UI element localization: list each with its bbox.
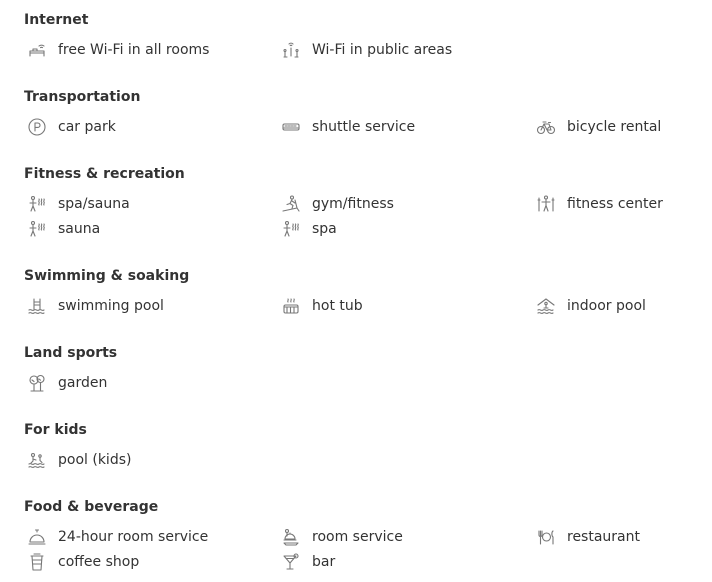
room-service-icon: [280, 526, 302, 548]
indoor-pool-icon: [535, 295, 557, 317]
amenity-pool-kids: pool (kids): [26, 449, 131, 471]
bicycle-icon: [535, 116, 557, 138]
amenity-gym-fitness: gym/fitness: [280, 193, 394, 215]
amenity-indoor-pool: indoor pool: [535, 295, 646, 317]
amenity-label: 24-hour room service: [58, 529, 209, 545]
amenity-label: spa: [312, 221, 337, 237]
section-title: Internet: [24, 12, 89, 28]
section-title: Transportation: [24, 89, 141, 105]
amenity-label: swimming pool: [58, 298, 164, 314]
restaurant-icon: [535, 526, 557, 548]
amenity-sauna: sauna: [26, 218, 100, 240]
cloche-icon: [26, 526, 48, 548]
shuttle-icon: [280, 116, 302, 138]
treadmill-icon: [280, 193, 302, 215]
amenity-label: bicycle rental: [567, 119, 662, 135]
amenity-label: fitness center: [567, 196, 663, 212]
amenity-label: restaurant: [567, 529, 640, 545]
garden-icon: [26, 372, 48, 394]
amenity-label: indoor pool: [567, 298, 646, 314]
amenity-spa: spa: [280, 218, 337, 240]
amenity-room-service: room service: [280, 526, 403, 548]
amenity-label: Wi-Fi in public areas: [312, 42, 453, 58]
amenity-swimming-pool: swimming pool: [26, 295, 164, 317]
fitness-center-icon: [535, 193, 557, 215]
sauna-icon: [26, 193, 48, 215]
section-title: For kids: [24, 422, 87, 438]
section-title: Fitness & recreation: [24, 166, 185, 182]
amenity-label: room service: [312, 529, 403, 545]
pool-icon: [26, 295, 48, 317]
amenity-label: sauna: [58, 221, 101, 237]
wifi-people-icon: [280, 39, 302, 61]
amenity-label: spa/sauna: [58, 196, 130, 212]
parking-icon: [26, 116, 48, 138]
amenity-bar: bar: [280, 551, 335, 573]
amenity-label: shuttle service: [312, 119, 416, 135]
amenity-hot-tub: hot tub: [280, 295, 363, 317]
amenity-label: coffee shop: [58, 554, 140, 570]
amenity-wifi-public-areas: Wi-Fi in public areas: [280, 39, 452, 61]
section-title: Swimming & soaking: [24, 268, 190, 284]
amenity-label: garden: [58, 375, 108, 391]
amenity-free-wifi-all-rooms: free Wi-Fi in all rooms: [26, 39, 209, 61]
coffee-icon: [26, 551, 48, 573]
kids-pool-icon: [26, 449, 48, 471]
amenity-label: gym/fitness: [312, 196, 394, 212]
amenity-label: free Wi-Fi in all rooms: [58, 42, 210, 58]
amenity-label: bar: [312, 554, 336, 570]
amenity-shuttle-service: shuttle service: [280, 116, 415, 138]
amenity-label: hot tub: [312, 298, 363, 314]
wifi-bed-icon: [26, 39, 48, 61]
spa-icon: [280, 218, 302, 240]
amenity-garden: garden: [26, 372, 107, 394]
amenity-restaurant: restaurant: [535, 526, 640, 548]
amenity-label: car park: [58, 119, 116, 135]
hot-tub-icon: [280, 295, 302, 317]
amenity-car-park: car park: [26, 116, 116, 138]
section-title: Food & beverage: [24, 499, 159, 515]
amenity-label: pool (kids): [58, 452, 132, 468]
amenity-bicycle-rental: bicycle rental: [535, 116, 661, 138]
sauna-icon: [26, 218, 48, 240]
cocktail-icon: [280, 551, 302, 573]
amenity-coffee-shop: coffee shop: [26, 551, 139, 573]
section-title: Land sports: [24, 345, 118, 361]
amenity-spa-sauna: spa/sauna: [26, 193, 130, 215]
amenity-24-hour-room-service: 24-hour room service: [26, 526, 208, 548]
amenity-fitness-center: fitness center: [535, 193, 663, 215]
